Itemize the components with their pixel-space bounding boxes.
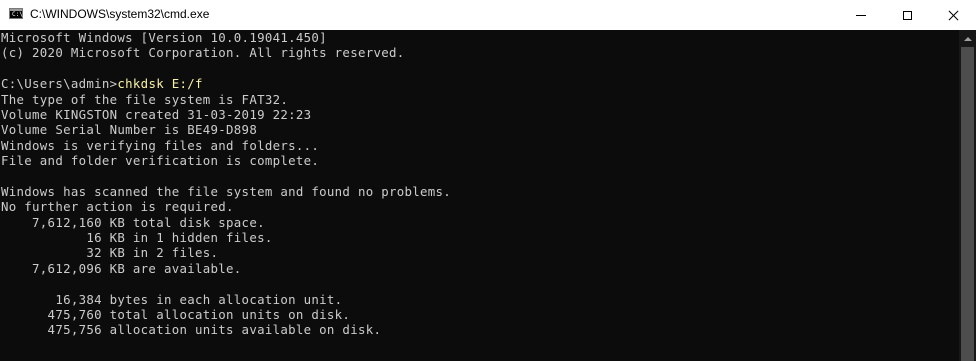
minimize-button[interactable] — [838, 0, 884, 30]
console-line: No further action is required. — [1, 199, 234, 215]
console-line: 475,760 total allocation units on disk. — [1, 307, 351, 323]
console-line: Microsoft Windows [Version 10.0.19041.45… — [1, 30, 327, 45]
console-output[interactable]: Microsoft Windows [Version 10.0.19041.45… — [0, 30, 959, 361]
command-line: C:\Users\admin>chkdsk E:/f — [0, 76, 959, 91]
close-button[interactable] — [930, 0, 976, 30]
console-line: 16 KB in 1 hidden files. — [1, 230, 273, 246]
console-line: The type of the file system is FAT32. — [1, 91, 289, 107]
vertical-scrollbar[interactable] — [959, 30, 976, 361]
cmd-app-icon[interactable]: C:\ — [9, 8, 23, 19]
console-line: Windows has scanned the file system and … — [1, 183, 452, 199]
maximize-button[interactable] — [884, 0, 930, 30]
console-line: (c) 2020 Microsoft Corporation. All righ… — [1, 45, 405, 61]
minimize-icon — [856, 14, 866, 16]
console-line: 32 KB in 2 files. — [1, 245, 219, 261]
close-icon — [948, 10, 959, 21]
window-title: C:\WINDOWS\system32\cmd.exe — [30, 7, 210, 21]
scroll-up-button[interactable] — [959, 30, 976, 47]
command-prompt: C:\Users\admin> — [1, 76, 118, 92]
console-line: Volume Serial Number is BE49-D898 — [1, 122, 258, 138]
scroll-up-arrow-icon — [963, 36, 972, 41]
cmd-app-icon-text: C:\ — [12, 11, 23, 18]
scroll-thumb[interactable] — [961, 47, 974, 361]
console-line: 7,612,096 KB are available. — [1, 260, 242, 276]
title-bar[interactable]: C:\ C:\WINDOWS\system32\cmd.exe — [0, 0, 976, 30]
console-line: 16,384 bytes in each allocation unit. — [1, 291, 343, 307]
console-line: 475,756 allocation units available on di… — [1, 322, 382, 338]
console-line: Windows is verifying files and folders..… — [1, 137, 320, 153]
console-line: 7,612,160 KB total disk space. — [1, 214, 265, 230]
cmd-window: C:\ C:\WINDOWS\system32\cmd.exe Microsof… — [0, 0, 976, 361]
console-line: File and folder verification is complete… — [1, 153, 320, 169]
console-line: Volume KINGSTON created 31-03-2019 22:23 — [1, 106, 312, 122]
command-text: chkdsk E:/f — [117, 76, 203, 92]
maximize-icon — [902, 10, 912, 20]
